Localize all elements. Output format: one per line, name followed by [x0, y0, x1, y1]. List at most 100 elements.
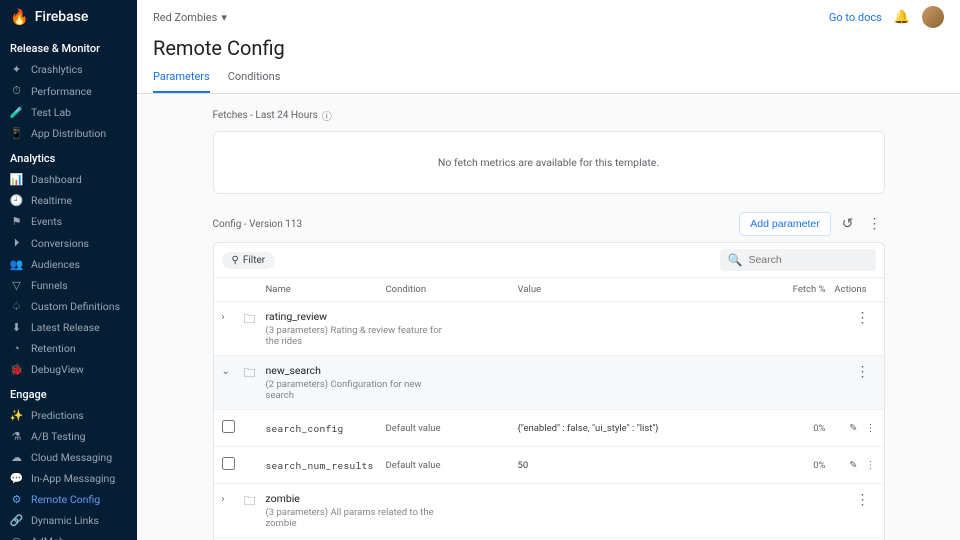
search-icon: 🔍 — [728, 253, 743, 267]
param-condition: Default value — [386, 423, 518, 434]
sidebar-item-test-lab[interactable]: 🧪Test Lab — [0, 102, 137, 123]
param-checkbox[interactable] — [222, 420, 235, 433]
app-distribution-icon: 📱 — [10, 127, 23, 140]
sidebar-section-title: Analytics — [0, 144, 137, 169]
group-desc: (3 parameters) Rating & review feature f… — [266, 325, 446, 347]
search-box[interactable]: 🔍 — [720, 249, 876, 271]
sidebar-item-latest-release[interactable]: ⬇Latest Release — [0, 317, 137, 338]
custom-definitions-icon: ♤ — [10, 300, 23, 313]
history-icon[interactable]: ↺ — [839, 213, 857, 235]
search-input[interactable] — [748, 254, 883, 266]
sidebar-item-debugview[interactable]: 🐞DebugView — [0, 359, 137, 380]
add-parameter-button[interactable]: Add parameter — [739, 212, 830, 236]
performance-icon: ⏱ — [10, 84, 23, 98]
param-name: search_config — [266, 422, 386, 435]
group-desc: (2 parameters) Configuration for new sea… — [266, 379, 446, 401]
filter-chip[interactable]: ⚲ Filter — [222, 252, 276, 269]
group-name: new_search — [266, 364, 850, 377]
folder-icon: 🗀 — [244, 310, 266, 331]
folder-icon: 🗀 — [244, 364, 266, 385]
filter-icon: ⚲ — [232, 255, 239, 266]
info-icon[interactable]: ⓘ — [322, 108, 332, 123]
group-row: ›🗀rating_review (3 parameters) Rating & r… — [214, 302, 884, 356]
tab-conditions[interactable]: Conditions — [228, 70, 281, 93]
sidebar-item-a-b-testing[interactable]: ⚗A/B Testing — [0, 426, 137, 447]
topbar: Red Zombies ▾ Go to docs 🔔 — [137, 0, 960, 34]
sidebar-item-retention[interactable]: ◔Retention — [0, 338, 137, 359]
param-fetch: 0% — [774, 423, 826, 434]
row-more-icon[interactable]: ⋮ — [866, 423, 876, 434]
notifications-icon[interactable]: 🔔 — [894, 10, 910, 25]
sidebar-item-in-app-messaging[interactable]: 💬In-App Messaging — [0, 468, 137, 489]
config-table-card: ⚲ Filter 🔍 Name Condition Value — [213, 242, 885, 540]
row-more-icon[interactable]: ⋮ — [850, 310, 876, 326]
sidebar-item-conversions[interactable]: ⏵Conversions — [0, 232, 137, 254]
sidebar-item-custom-definitions[interactable]: ♤Custom Definitions — [0, 296, 137, 317]
sidebar-item-admob[interactable]: ◎AdMob — [0, 531, 137, 540]
sidebar-item-crashlytics[interactable]: ✦Crashlytics — [0, 59, 137, 80]
sidebar-item-predictions[interactable]: ✨Predictions — [0, 405, 137, 426]
param-row: search_num_resultsDefault value500% ✎ ⋮ — [214, 447, 884, 484]
sidebar-item-funnels[interactable]: ▽Funnels — [0, 275, 137, 296]
cloud-messaging-icon: ☁ — [10, 451, 23, 464]
user-avatar[interactable] — [922, 6, 944, 28]
folder-icon: 🗀 — [244, 492, 266, 513]
a-b-testing-icon: ⚗ — [10, 430, 23, 443]
project-selector[interactable]: Red Zombies ▾ — [153, 11, 227, 24]
main: Red Zombies ▾ Go to docs 🔔 Remote Config… — [137, 0, 960, 540]
config-version-label: Config - Version 113 — [213, 219, 303, 230]
sidebar-item-audiences[interactable]: 👥Audiences — [0, 254, 137, 275]
group-row: ›🗀zombie(3 parameters) All params relate… — [214, 484, 884, 538]
chevron-down-icon: ▾ — [221, 11, 227, 24]
brand-logo[interactable]: 🔥 Firebase — [0, 0, 137, 34]
debugview-icon: 🐞 — [10, 363, 23, 376]
conversions-icon: ⏵ — [10, 236, 23, 250]
group-desc: (3 parameters) All params related to the… — [266, 507, 446, 529]
row-more-icon[interactable]: ⋮ — [866, 460, 876, 471]
dynamic-links-icon: 🔗 — [10, 514, 23, 527]
group-row: ⌄🗀new_search (2 parameters) Configuration… — [214, 356, 884, 410]
edit-icon[interactable]: ✎ — [849, 423, 857, 434]
retention-icon: ◔ — [10, 342, 23, 355]
fetches-empty-card: No fetch metrics are available for this … — [213, 131, 885, 194]
realtime-icon: 🕘 — [10, 194, 23, 207]
dashboard-icon: 📊 — [10, 173, 23, 186]
sidebar-item-remote-config[interactable]: ⚙Remote Config — [0, 489, 137, 510]
expand-toggle[interactable]: › — [222, 310, 244, 323]
in-app-messaging-icon: 💬 — [10, 472, 23, 485]
table-header: Name Condition Value Fetch % Actions — [214, 278, 884, 302]
tab-parameters[interactable]: Parameters — [153, 70, 210, 93]
sidebar-section-title: Release & Monitor — [0, 34, 137, 59]
param-condition: Default value — [386, 460, 518, 471]
param-value: 50 — [518, 460, 774, 471]
predictions-icon: ✨ — [10, 409, 23, 422]
param-name: search_num_results — [266, 459, 386, 472]
sidebar-item-dynamic-links[interactable]: 🔗Dynamic Links — [0, 510, 137, 531]
sidebar-section-title: Engage — [0, 380, 137, 405]
brand-name: Firebase — [35, 9, 89, 25]
go-to-docs-link[interactable]: Go to docs — [829, 11, 882, 24]
param-checkbox[interactable] — [222, 457, 235, 470]
sidebar-item-cloud-messaging[interactable]: ☁Cloud Messaging — [0, 447, 137, 468]
row-more-icon[interactable]: ⋮ — [850, 492, 876, 508]
sidebar-item-events[interactable]: ⚑Events — [0, 211, 137, 232]
group-name: rating_review — [266, 310, 850, 323]
expand-toggle[interactable]: ⌄ — [222, 364, 244, 377]
sidebar-item-performance[interactable]: ⏱Performance — [0, 80, 137, 102]
sidebar-item-dashboard[interactable]: 📊Dashboard — [0, 169, 137, 190]
project-name: Red Zombies — [153, 11, 217, 24]
fetches-label: Fetches - Last 24 Hours ⓘ — [213, 108, 885, 123]
firebase-flame-icon: 🔥 — [10, 8, 29, 26]
test-lab-icon: 🧪 — [10, 106, 23, 119]
row-more-icon[interactable]: ⋮ — [850, 364, 876, 380]
edit-icon[interactable]: ✎ — [849, 460, 857, 471]
funnels-icon: ▽ — [10, 279, 23, 292]
sidebar-item-realtime[interactable]: 🕘Realtime — [0, 190, 137, 211]
admob-icon: ◎ — [10, 535, 23, 540]
param-fetch: 0% — [774, 460, 826, 471]
remote-config-icon: ⚙ — [10, 493, 23, 506]
expand-toggle[interactable]: › — [222, 492, 244, 505]
sidebar-item-app-distribution[interactable]: 📱App Distribution — [0, 123, 137, 144]
more-menu-icon[interactable]: ⋮ — [865, 213, 885, 235]
page-title: Remote Config — [153, 36, 944, 60]
